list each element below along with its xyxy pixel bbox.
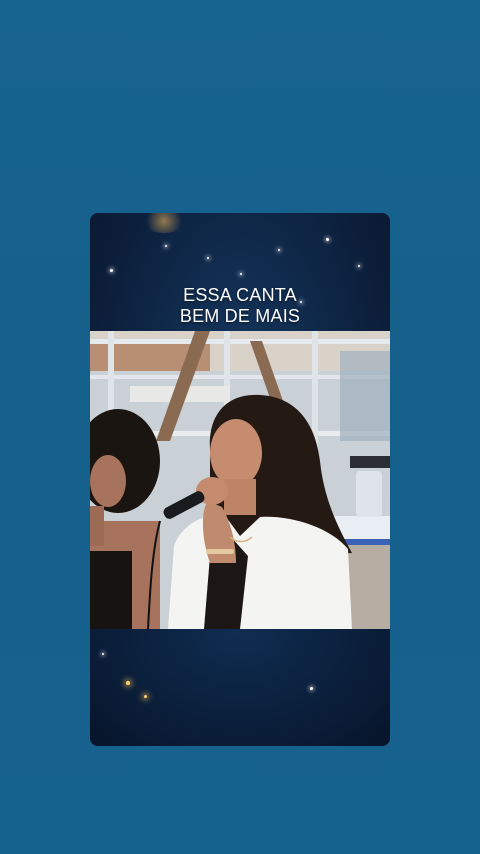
video-frame-photo[interactable] (90, 331, 390, 629)
sparkle-glow-icon (142, 213, 186, 233)
sparkle-icon (358, 265, 360, 267)
caption-line-2: BEM DE MAIS (179, 306, 301, 326)
sparkle-icon (240, 273, 242, 275)
sparkle-icon (278, 249, 280, 251)
sparkle-icon (102, 653, 104, 655)
caption-line-1: ESSA CANTA (183, 285, 297, 305)
sparkle-icon (310, 687, 313, 690)
sparkle-icon (126, 681, 130, 685)
video-caption: ESSA CANTA BEM DE MAIS (90, 285, 390, 327)
sparkle-icon (110, 269, 113, 272)
singer-with-microphone-image (90, 331, 390, 629)
sparkle-icon (326, 238, 329, 241)
sparkle-icon (165, 245, 167, 247)
bottom-decoration (90, 629, 390, 746)
video-card[interactable]: ESSA CANTA BEM DE MAIS (90, 213, 390, 746)
sparkle-icon (207, 257, 209, 259)
page-background: ESSA CANTA BEM DE MAIS (0, 0, 480, 854)
sparkle-icon (144, 695, 147, 698)
